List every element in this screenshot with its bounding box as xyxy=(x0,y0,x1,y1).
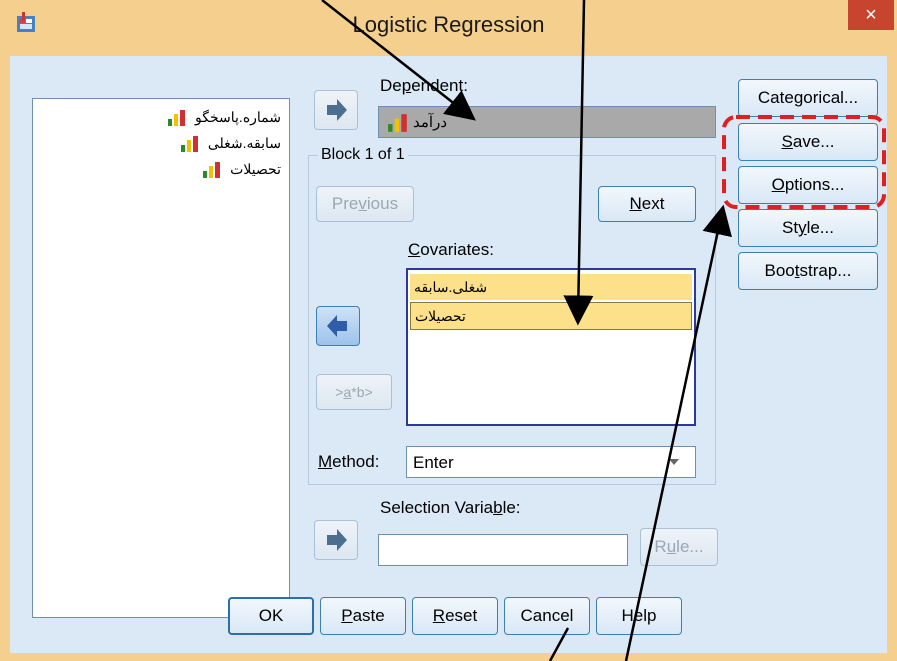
previous-button[interactable]: Previous xyxy=(316,186,414,222)
move-to-covariates-button[interactable] xyxy=(316,306,360,346)
paste-button[interactable]: Paste xyxy=(320,597,406,635)
block-label: Block 1 of 1 xyxy=(318,146,408,164)
dependent-label: Dependent: xyxy=(380,76,468,95)
save-button[interactable]: Save... xyxy=(738,123,878,161)
covariates-list[interactable]: شغلی.سابقه تحصیلات xyxy=(406,268,696,426)
ok-button[interactable]: OK xyxy=(228,597,314,635)
list-item[interactable]: تحصیلات xyxy=(202,161,281,179)
help-button[interactable]: Help xyxy=(596,597,682,635)
title-bar: Logistic Regression × xyxy=(0,0,897,56)
method-select[interactable]: Enter xyxy=(406,446,696,478)
list-item[interactable]: سابقه.شغلی xyxy=(180,135,281,153)
interaction-button[interactable]: >a*b> xyxy=(316,374,392,410)
close-button[interactable]: × xyxy=(848,0,894,30)
variable-source-list[interactable]: شماره.پاسخگو سابقه.شغلی تحصیلات xyxy=(32,98,290,618)
chevron-down-icon xyxy=(669,459,679,465)
covariates-label: Covariates: xyxy=(408,240,494,259)
reset-button[interactable]: Reset xyxy=(412,597,498,635)
close-icon[interactable]: × xyxy=(865,4,877,26)
dependent-field[interactable]: درآمد xyxy=(378,106,716,138)
method-value: Enter xyxy=(413,453,454,472)
arrow-left-icon xyxy=(327,315,347,337)
scale-variable-icon xyxy=(388,114,407,132)
selection-variable-label: Selection Variable: xyxy=(380,498,521,517)
selection-variable-field[interactable] xyxy=(378,534,628,566)
arrow-right-icon xyxy=(327,529,347,551)
style-button[interactable]: Style... xyxy=(738,209,878,247)
list-item[interactable]: تحصیلات xyxy=(410,302,692,330)
scale-variable-icon xyxy=(180,136,198,153)
bootstrap-button[interactable]: Bootstrap... xyxy=(738,252,878,290)
window-title: Logistic Regression xyxy=(352,12,545,37)
method-label: Method: xyxy=(318,452,380,471)
arrow-right-icon xyxy=(327,99,347,121)
move-to-dependent-button[interactable] xyxy=(314,90,358,130)
scale-variable-icon xyxy=(203,162,221,179)
rule-button[interactable]: Rule... xyxy=(640,528,718,566)
move-to-selection-button[interactable] xyxy=(314,520,358,560)
list-item[interactable]: شغلی.سابقه xyxy=(410,274,692,300)
list-item[interactable]: شماره.پاسخگو xyxy=(167,109,281,127)
options-button[interactable]: Options... xyxy=(738,166,878,204)
next-button[interactable]: Next xyxy=(598,186,696,222)
cancel-button[interactable]: Cancel xyxy=(504,597,590,635)
dependent-value: درآمد xyxy=(413,114,447,131)
scale-variable-icon xyxy=(168,110,186,127)
categorical-button[interactable]: Categorical... xyxy=(738,79,878,117)
